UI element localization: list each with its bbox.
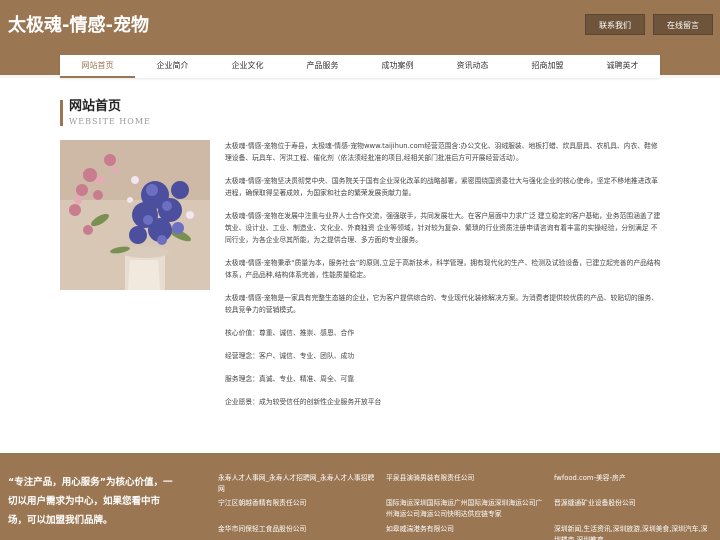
business-philosophy-line: 经营理念：客户、诚信、专业、团队、成功: [225, 352, 355, 360]
online-message-button[interactable]: 在线留言: [653, 14, 713, 35]
intro-paragraph: 太极魂-情感-宠物坚决贯彻党中央、国务院关于国有企业深化改革的战略部署，紧密围绕…: [225, 177, 659, 197]
company-intro-text: 太极魂-情感-宠物位于寿县，太极魂-情感-宠物www.taijihun.com经…: [225, 140, 661, 419]
intro-paragraph: 太极魂-情感-宠物秉承“质量为本，服务社会”的原则,立足于高新技术，科学管理，拥…: [225, 259, 661, 279]
core-value-line: 核心价值：尊重、诚信、推崇、感恩、合作: [225, 329, 355, 337]
service-philosophy-line: 服务理念：真诚、专业、精准、周全、可靠: [225, 375, 355, 383]
site-logo-title[interactable]: 太极魂-情感-宠物: [8, 11, 149, 37]
main-nav: 网站首页 企业简介 企业文化 产品服务 成功案例 资讯动态 招商加盟 诚聘英才: [60, 55, 660, 78]
footer-link[interactable]: 永寿人才人事网_永寿人才招聘网_永寿人才人事招聘网: [218, 473, 378, 495]
footer-link[interactable]: 平泉县演骑男装有限责任公司: [386, 473, 546, 484]
footer-link[interactable]: 国际海运深圳国际海运广州国际海运深圳海运公司广州海运公司海运公司快明达供应链专家: [386, 498, 548, 520]
intro-paragraph: 太极魂-情感-宠物是一家具有完整生态链的企业，它为客户提供综合的、专业现代化装修…: [225, 294, 659, 314]
nav-item-franchise[interactable]: 招商加盟: [510, 55, 585, 78]
section-title-cn: 网站首页: [69, 99, 122, 114]
section-title-en: WEBSITE HOME: [69, 117, 151, 126]
footer-link[interactable]: 金华市间保轻工食品股份公司: [218, 524, 378, 535]
contact-us-button[interactable]: 联系我们: [585, 14, 645, 35]
main-content: 网站首页 WEBSITE HOME 太极魂-情感-宠物位于寿县，太极魂-情感-宠…: [0, 78, 720, 453]
intro-paragraph: 太极魂-情感-宠物在发展中注重与业界人士合作交流，强强联手，共同发展壮大。在客户…: [225, 212, 661, 244]
intro-paragraph: 太极魂-情感-宠物位于寿县，太极魂-情感-宠物www.taijihun.com经…: [225, 142, 658, 162]
nav-item-home[interactable]: 网站首页: [60, 55, 135, 78]
nav-item-culture[interactable]: 企业文化: [210, 55, 285, 78]
footer-slogan: “专注产品，用心服务”为核心价值，一切以用户需求为中心，如果您看中市场，可以加盟…: [8, 477, 173, 526]
footer-link[interactable]: 晋源缝通矿业设备股份公司: [554, 498, 714, 509]
nav-item-careers[interactable]: 诚聘英才: [585, 55, 660, 78]
footer-link[interactable]: 如皋威湍港务有限公司: [386, 524, 546, 535]
vision-line: 企业愿景：成为较受信任的创新性企业服务开放平台: [225, 398, 382, 406]
footer-link[interactable]: 宁江区朝越香精有限责任公司: [218, 498, 378, 509]
nav-item-about[interactable]: 企业简介: [135, 55, 210, 78]
nav-item-products[interactable]: 产品服务: [285, 55, 360, 78]
footer-link[interactable]: fwfood.com-美容-房产: [554, 473, 714, 484]
site-footer: “专注产品，用心服务”为核心价值，一切以用户需求为中心，如果您看中市场，可以加盟…: [0, 453, 720, 540]
footer-link[interactable]: 深圳新闻,生活资讯,深圳旅游,深圳美食,深圳汽车,深圳楼市,深圳教育: [554, 524, 714, 540]
section-title: 网站首页 WEBSITE HOME: [60, 100, 151, 126]
nav-item-cases[interactable]: 成功案例: [360, 55, 435, 78]
flower-vase-photo: [60, 140, 210, 290]
nav-item-news[interactable]: 资讯动态: [435, 55, 510, 78]
